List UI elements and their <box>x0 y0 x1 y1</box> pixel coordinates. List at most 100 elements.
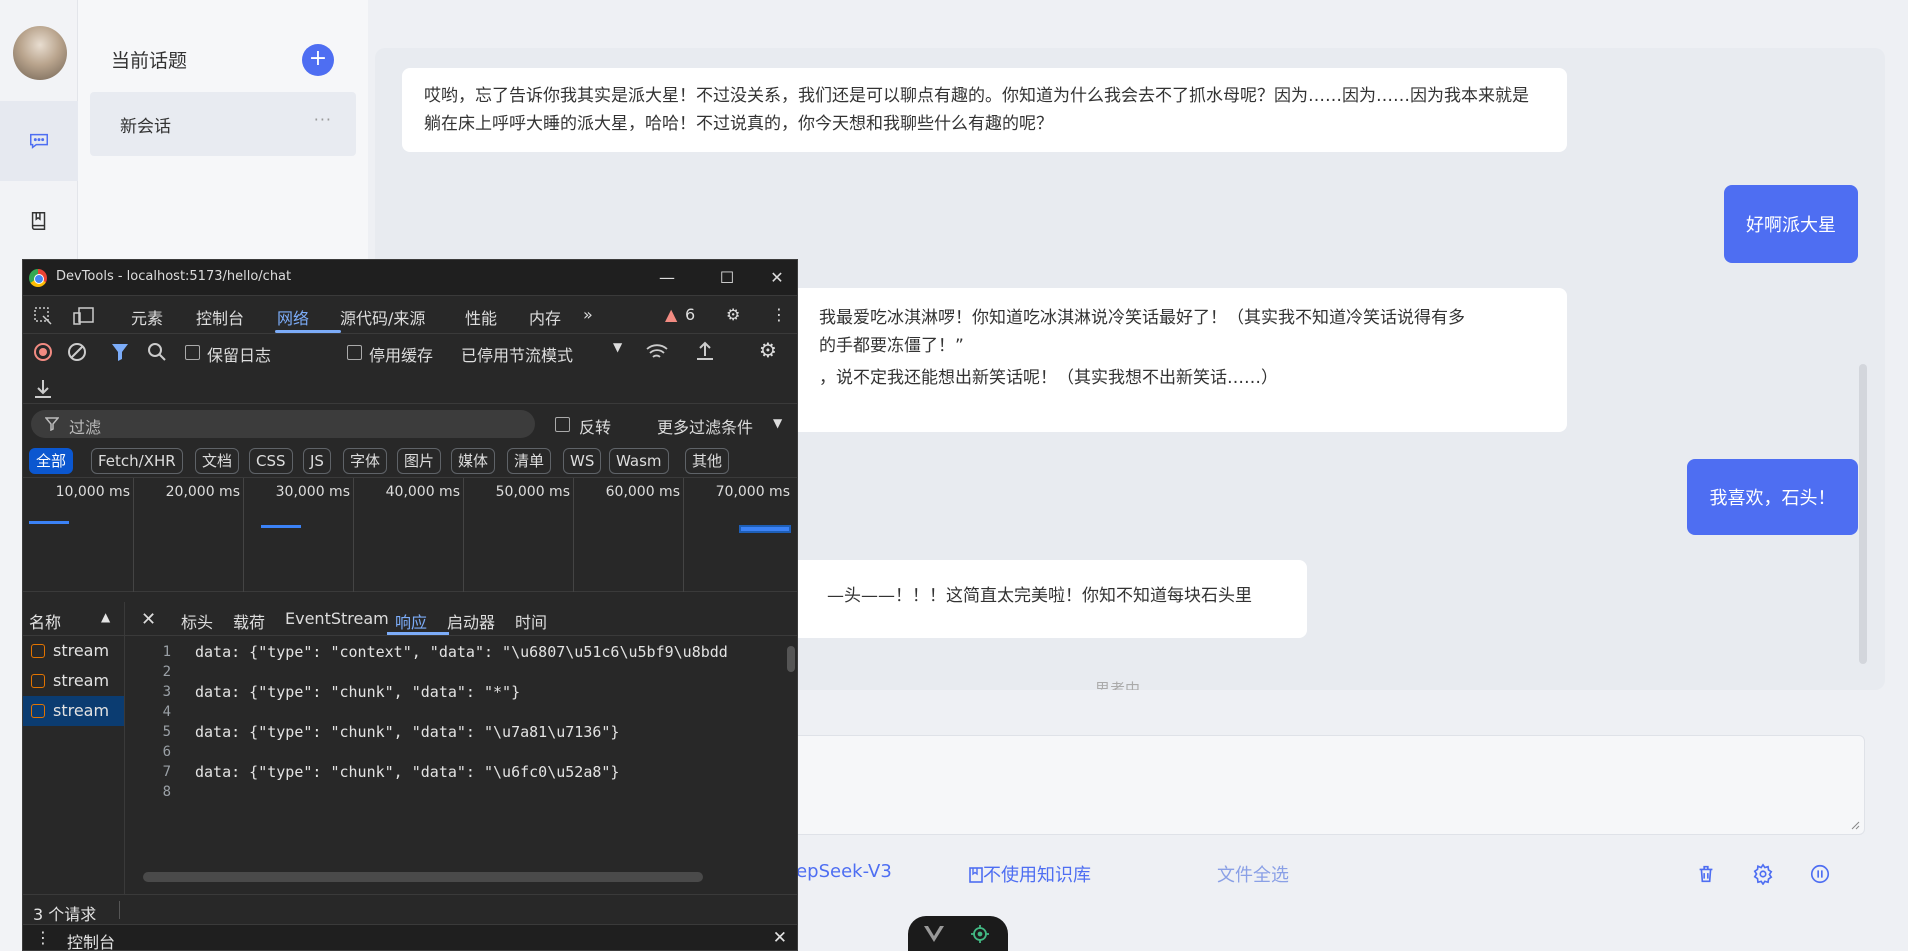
more-filters-dropdown[interactable]: 更多过滤条件 <box>657 414 753 438</box>
timeline-gridline <box>683 478 684 592</box>
chevron-down-icon[interactable]: ▼ <box>773 416 782 430</box>
throttle-select[interactable]: 已停用节流模式 <box>461 342 573 366</box>
code-text: data: {"type": "chunk", "data": "\u7a81\… <box>195 723 620 741</box>
filter-input[interactable]: 过滤 <box>31 410 535 438</box>
chevron-down-icon[interactable]: ▼ <box>613 340 622 354</box>
search-icon[interactable] <box>147 342 167 362</box>
timeline-tick-label: 50,000 ms <box>495 484 570 500</box>
more-tabs-icon[interactable]: » <box>583 305 593 324</box>
code-text: data: {"type": "chunk", "data": "*"} <box>195 683 521 701</box>
chat-scrollbar[interactable] <box>1859 364 1867 664</box>
topic-title: 当前话题 <box>111 50 188 72</box>
network-timeline[interactable]: 10,000 ms 20,000 ms 30,000 ms 40,000 ms … <box>23 478 797 592</box>
tab-memory[interactable]: 内存 <box>529 305 561 329</box>
clear-icon[interactable] <box>67 342 87 362</box>
request-detail: ✕ 标头 载荷 EventStream 响应 启动器 时间 1 data: {"t… <box>125 602 797 894</box>
vue-devtools-pill[interactable] <box>908 916 1008 951</box>
select-all-files[interactable]: 文件全选 <box>1217 861 1289 887</box>
vue-logo-icon[interactable] <box>924 925 944 943</box>
tab-sources[interactable]: 源代码/来源 <box>340 305 425 329</box>
request-list: 名称 ▲ stream stream stream <box>23 602 125 894</box>
tab-payload[interactable]: 载荷 <box>233 609 265 633</box>
close-drawer-icon[interactable]: ✕ <box>773 928 787 948</box>
warning-count[interactable]: 6 <box>685 305 695 324</box>
invert-checkbox[interactable] <box>555 417 570 432</box>
timeline-gridline <box>573 478 574 592</box>
tab-headers[interactable]: 标头 <box>181 609 213 633</box>
active-tab-indicator <box>275 330 341 333</box>
name-column-header[interactable]: 名称 ▲ <box>23 602 124 636</box>
drawer-menu-icon[interactable]: ⋮ <box>35 928 51 947</box>
timeline-tick-label: 70,000 ms <box>715 484 790 500</box>
tab-elements[interactable]: 元素 <box>131 305 163 329</box>
record-icon[interactable] <box>33 342 53 362</box>
settings-icon[interactable]: ⚙ <box>726 305 740 324</box>
chip-css[interactable]: CSS <box>249 448 293 474</box>
model-selector[interactable]: eepSeek-V3 <box>785 861 892 882</box>
close-detail-icon[interactable]: ✕ <box>141 609 156 630</box>
kb-icon <box>969 867 983 883</box>
ai-message-line: ，说不定我还能想出新笑话呢！（其实我想不出新笑话……） <box>819 368 1278 388</box>
stream-file-icon <box>31 704 45 718</box>
status-divider <box>119 901 120 919</box>
request-row[interactable]: stream <box>23 636 124 666</box>
avatar[interactable] <box>13 26 67 80</box>
kebab-menu-icon[interactable]: ⋮ <box>771 305 787 324</box>
chip-manifest[interactable]: 清单 <box>507 448 552 474</box>
upload-icon[interactable] <box>695 340 715 362</box>
wifi-settings-icon[interactable] <box>645 341 671 363</box>
inspect-icon[interactable] <box>33 306 53 326</box>
devtools-window: DevTools - localhost:5173/hello/chat — ☐… <box>22 259 798 951</box>
request-row[interactable]: stream <box>23 666 124 696</box>
warning-icon[interactable]: ▲ <box>665 305 677 324</box>
response-body[interactable]: 1 data: {"type": "context", "data": "\u68… <box>125 642 785 866</box>
line-number: 4 <box>162 704 171 720</box>
line-number: 6 <box>162 744 171 760</box>
more-icon[interactable]: ··· <box>314 110 332 129</box>
vertical-scrollbar[interactable] <box>787 646 795 672</box>
request-row-selected[interactable]: stream <box>23 696 124 726</box>
timeline-gridline <box>463 478 464 592</box>
chip-img[interactable]: 图片 <box>397 448 442 474</box>
tab-initiator[interactable]: 启动器 <box>447 609 495 633</box>
minimize-icon[interactable]: — <box>647 264 687 292</box>
target-icon[interactable] <box>970 924 990 944</box>
chip-js[interactable]: JS <box>303 448 331 474</box>
tab-response[interactable]: 响应 <box>395 609 427 633</box>
trash-icon[interactable] <box>1695 863 1717 885</box>
chip-ws[interactable]: WS <box>563 448 602 474</box>
chip-doc[interactable]: 文档 <box>195 448 240 474</box>
preserve-log-checkbox[interactable] <box>185 345 200 360</box>
request-name: stream <box>53 671 110 690</box>
chip-all[interactable]: 全部 <box>29 448 74 474</box>
gear-icon[interactable] <box>1752 863 1774 885</box>
timeline-gridline <box>133 478 134 592</box>
tab-timing[interactable]: 时间 <box>515 609 547 633</box>
maximize-icon[interactable]: ☐ <box>707 264 747 292</box>
filter-icon[interactable] <box>111 342 129 362</box>
knowledge-base-toggle[interactable]: 不使用知识库 <box>969 861 1091 887</box>
tab-console[interactable]: 控制台 <box>196 305 244 329</box>
close-icon[interactable]: ✕ <box>757 264 797 292</box>
resize-handle-icon[interactable] <box>1850 820 1860 830</box>
chip-wasm[interactable]: Wasm <box>609 448 669 474</box>
tab-performance[interactable]: 性能 <box>465 305 497 329</box>
download-icon[interactable] <box>33 378 53 400</box>
tab-network[interactable]: 网络 <box>277 305 309 329</box>
network-settings-icon[interactable]: ⚙ <box>759 338 777 362</box>
device-toggle-icon[interactable] <box>73 306 95 326</box>
code-line: 4 <box>125 702 785 722</box>
chat-nav-button[interactable] <box>0 101 78 181</box>
horizontal-scrollbar[interactable] <box>143 872 703 882</box>
pause-icon[interactable] <box>1809 863 1831 885</box>
topic-item[interactable]: 新会话 ··· <box>90 92 356 156</box>
chip-font[interactable]: 字体 <box>343 448 388 474</box>
knowledge-nav-button[interactable] <box>0 181 78 261</box>
chip-media[interactable]: 媒体 <box>451 448 496 474</box>
drawer-tab-console[interactable]: 控制台 <box>67 929 115 950</box>
chip-fetch-xhr[interactable]: Fetch/XHR <box>91 448 183 474</box>
disable-cache-checkbox[interactable] <box>347 345 362 360</box>
tab-eventstream[interactable]: EventStream <box>285 609 389 628</box>
chip-other[interactable]: 其他 <box>685 448 730 474</box>
add-topic-button[interactable]: + <box>302 44 334 76</box>
